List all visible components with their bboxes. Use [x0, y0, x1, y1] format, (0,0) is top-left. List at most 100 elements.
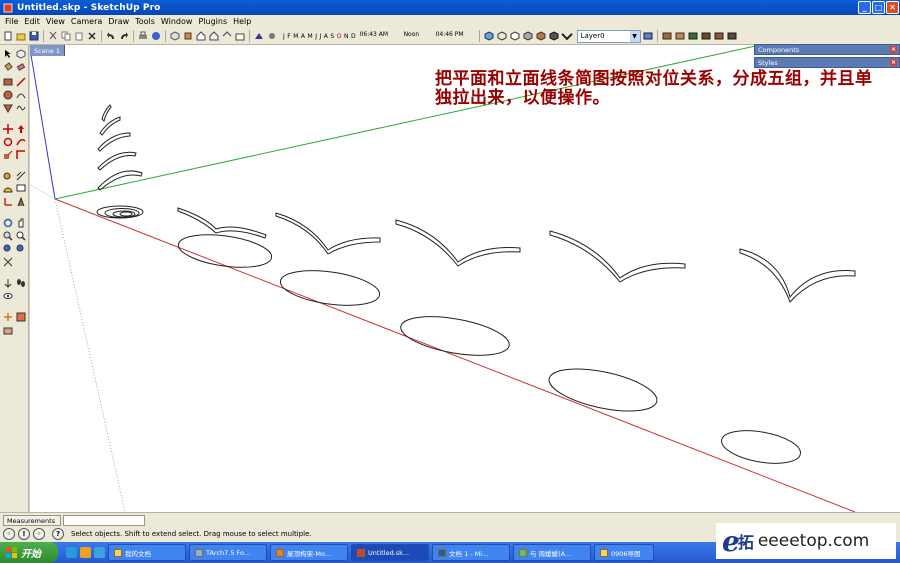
menu-file[interactable]: File — [3, 17, 22, 26]
left-view-icon[interactable] — [234, 30, 246, 42]
next-view-icon[interactable] — [15, 243, 26, 254]
month-label[interactable]: N — [344, 33, 349, 40]
line-tool-icon[interactable] — [15, 76, 26, 87]
ie-icon[interactable] — [66, 547, 77, 558]
top-view-icon[interactable] — [182, 30, 194, 42]
modeling-viewport[interactable] — [30, 45, 900, 512]
previous-view-icon[interactable] — [2, 243, 13, 254]
month-label[interactable]: D — [351, 33, 356, 40]
copy-icon[interactable] — [60, 30, 72, 42]
rotate-tool-icon[interactable] — [2, 136, 13, 147]
close-icon[interactable]: × — [890, 46, 897, 53]
make-component-icon[interactable] — [15, 48, 26, 59]
save-icon[interactable] — [28, 30, 40, 42]
taskbar-item[interactable]: 文档 1 - Mi... — [432, 544, 510, 561]
menu-draw[interactable]: Draw — [106, 17, 133, 26]
cut-icon[interactable] — [47, 30, 59, 42]
user-icon[interactable]: ◦ — [33, 528, 45, 540]
shadows-toggle-icon[interactable] — [253, 30, 265, 42]
section-fill-icon[interactable] — [15, 311, 26, 322]
help-icon[interactable]: ? — [52, 528, 64, 540]
push-pull-tool-icon[interactable] — [15, 123, 26, 134]
export-icon[interactable] — [713, 30, 725, 42]
month-label[interactable]: M — [308, 33, 313, 40]
chevron-down-icon[interactable]: ▼ — [629, 30, 640, 42]
shaded-textures-icon[interactable] — [535, 30, 547, 42]
right-view-icon[interactable] — [208, 30, 220, 42]
menu-edit[interactable]: Edit — [22, 17, 44, 26]
open-folder-icon[interactable] — [15, 30, 27, 42]
tape-measure-tool-icon[interactable] — [2, 170, 13, 181]
month-label[interactable]: J — [320, 33, 322, 40]
model-info-icon[interactable] — [150, 30, 162, 42]
undo-icon[interactable] — [105, 30, 117, 42]
menu-plugins[interactable]: Plugins — [196, 17, 231, 26]
taskbar-item[interactable]: 我的文档 — [108, 544, 186, 561]
xray-icon[interactable] — [483, 30, 495, 42]
menu-window[interactable]: Window — [159, 17, 197, 26]
rectangle-tool-icon[interactable] — [2, 76, 13, 87]
monochrome-icon[interactable] — [548, 30, 560, 42]
text-tool-icon[interactable] — [15, 183, 26, 194]
follow-me-tool-icon[interactable] — [15, 136, 26, 147]
components-panel[interactable]: Components × — [754, 44, 900, 55]
shadow-time-end[interactable]: 04:46 PM — [436, 31, 476, 42]
shadow-time-start[interactable]: 06:43 AM — [360, 31, 400, 42]
materials-icon[interactable] — [674, 30, 686, 42]
pan-tool-icon[interactable] — [15, 217, 26, 228]
walk-tool-icon[interactable] — [15, 277, 26, 288]
new-file-icon[interactable] — [2, 30, 14, 42]
erase-icon[interactable] — [86, 30, 98, 42]
month-label-active[interactable]: O — [337, 33, 342, 40]
3d-text-tool-icon[interactable] — [15, 196, 26, 207]
dynamic-component-icon[interactable] — [726, 30, 738, 42]
maximize-button[interactable]: □ — [872, 1, 885, 14]
shadow-time-mid[interactable]: Noon — [404, 31, 432, 42]
scale-tool-icon[interactable] — [2, 149, 13, 160]
start-button[interactable]: 开始 — [0, 542, 58, 563]
scene-tab[interactable]: Scene 1 — [30, 45, 66, 56]
select-tool-icon[interactable] — [2, 48, 13, 59]
month-label[interactable]: A — [301, 33, 305, 40]
taskbar-item[interactable]: 屋顶构架-Mo... — [270, 544, 348, 561]
front-view-icon[interactable] — [195, 30, 207, 42]
arc-tool-icon[interactable] — [15, 89, 26, 100]
offset-tool-icon[interactable] — [15, 149, 26, 160]
component-icon[interactable] — [661, 30, 673, 42]
share-model-icon[interactable] — [700, 30, 712, 42]
desktop-icon[interactable] — [94, 547, 105, 558]
month-label[interactable]: M — [293, 33, 298, 40]
axes-tool-icon[interactable] — [2, 196, 13, 207]
month-label[interactable]: J — [283, 33, 285, 40]
menu-help[interactable]: Help — [231, 17, 255, 26]
wireframe-icon[interactable] — [496, 30, 508, 42]
paint-bucket-icon[interactable] — [2, 61, 13, 72]
dimension-tool-icon[interactable] — [15, 170, 26, 181]
hidden-line-icon[interactable] — [509, 30, 521, 42]
protractor-tool-icon[interactable] — [2, 183, 13, 194]
sandbox-icon[interactable] — [2, 324, 13, 335]
warehouse-icon[interactable] — [687, 30, 699, 42]
taskbar-item[interactable]: 与 周媛媛(A... — [513, 544, 591, 561]
polygon-tool-icon[interactable] — [2, 102, 13, 113]
layer-dropdown[interactable]: Layer0 ▼ — [576, 29, 641, 43]
shadow-month-selector[interactable]: J F M A M J J A S O N D — [283, 33, 356, 40]
back-view-icon[interactable] — [221, 30, 233, 42]
month-label[interactable]: J — [315, 33, 317, 40]
close-icon[interactable]: × — [890, 59, 897, 66]
shaded-icon[interactable] — [522, 30, 534, 42]
taskbar-item-active[interactable]: Untitled.sk... — [351, 544, 429, 561]
zoom-tool-icon[interactable] — [2, 230, 13, 241]
measurements-input[interactable] — [63, 515, 145, 526]
fog-toggle-icon[interactable] — [266, 30, 278, 42]
styles-panel[interactable]: Styles × — [754, 57, 900, 68]
geolocation-icon[interactable]: ◦ — [3, 528, 15, 540]
zoom-window-icon[interactable] — [15, 230, 26, 241]
section-plane-icon[interactable] — [2, 311, 13, 322]
minimize-button[interactable]: _ — [858, 1, 871, 14]
layer-manager-icon[interactable] — [642, 30, 654, 42]
menu-view[interactable]: View — [44, 17, 69, 26]
menu-tools[interactable]: Tools — [133, 17, 159, 26]
paste-icon[interactable] — [73, 30, 85, 42]
circle-tool-icon[interactable] — [2, 89, 13, 100]
